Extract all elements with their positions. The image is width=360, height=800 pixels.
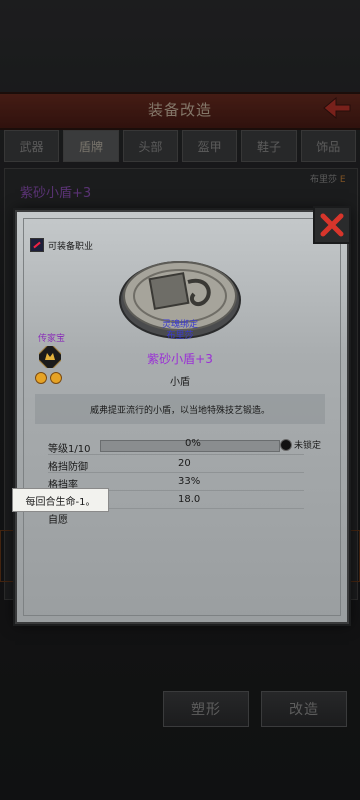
heirloom-icon[interactable] xyxy=(39,346,61,368)
close-button[interactable] xyxy=(313,206,351,244)
equippable-job-label: 可装备职业 xyxy=(48,241,94,252)
stat-label: 格挡防御 xyxy=(48,462,88,473)
lock-icon xyxy=(280,438,292,451)
level-percent: 0% xyxy=(185,438,201,449)
effect-tooltip: 每回合生命-1。 xyxy=(12,488,109,512)
lock-toggle[interactable]: 未锁定 xyxy=(280,438,321,451)
item-name: 紫砂小盾+3 xyxy=(147,352,213,366)
stat-value: 33% xyxy=(178,476,201,487)
item-description: 威弗提亚流行的小盾，以当地特殊技艺锻造。 xyxy=(35,394,325,424)
coin-icon xyxy=(35,372,47,384)
stat-value: 20 xyxy=(178,458,191,469)
soulbind-owner: 布里莎 xyxy=(166,331,194,341)
coin-icon xyxy=(50,372,62,384)
job-class-icon xyxy=(30,238,44,252)
stat-value: 18.0 xyxy=(178,494,201,505)
currency-icons xyxy=(35,372,62,384)
close-icon xyxy=(320,213,344,237)
heirloom-label: 传家宝 xyxy=(38,334,66,344)
lock-label: 未锁定 xyxy=(294,441,322,451)
item-type: 小盾 xyxy=(170,377,190,388)
soulbind-label: 灵魂绑定 布里莎 xyxy=(130,320,230,342)
soulbind-line1: 灵魂绑定 xyxy=(161,320,198,330)
stat-label: 自愿 xyxy=(48,515,68,526)
divider xyxy=(48,472,304,473)
level-label: 等级1/10 xyxy=(48,444,91,455)
equippable-job[interactable]: 可装备职业 xyxy=(30,238,93,252)
divider xyxy=(48,454,304,455)
screen: 装备改造 武器 盾牌 头部 盔甲 鞋子 饰品 紫砂小盾+3 布里莎 E 塑形 改… xyxy=(0,0,360,800)
